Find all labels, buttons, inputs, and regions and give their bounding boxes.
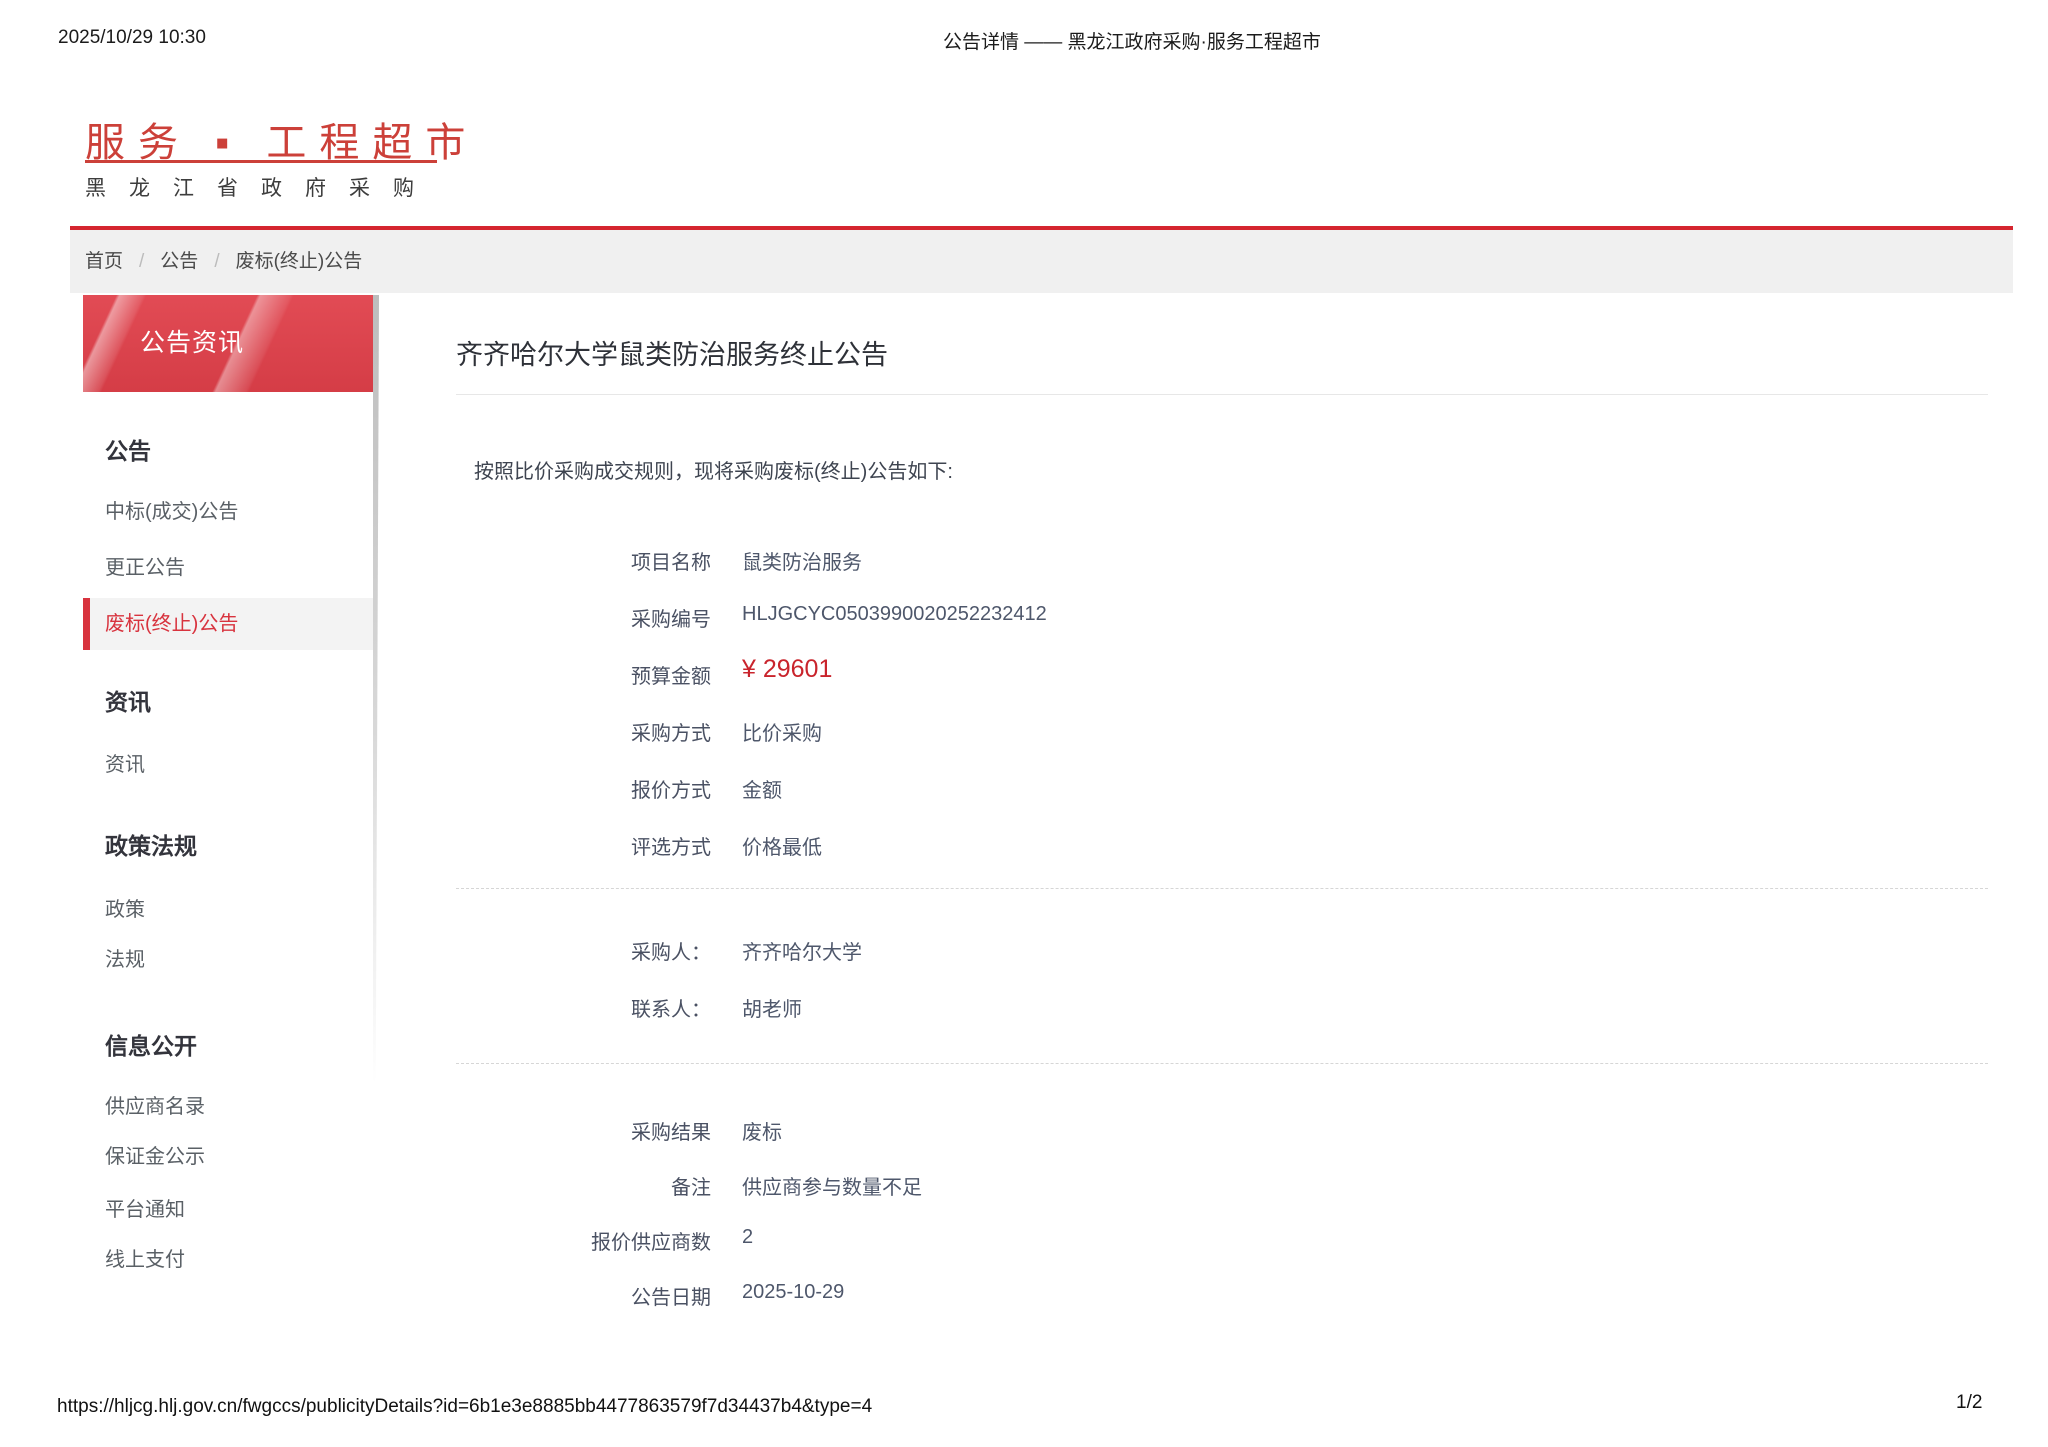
result-row-supplier-count: 报价供应商数 2 [456,1226,1988,1254]
field-label: 预算金额 [456,660,711,689]
sidebar-header: 公告资讯 [83,295,373,392]
print-source-url: https://hljcg.hlj.gov.cn/fwgccs/publicit… [57,1396,872,1418]
party-row-purchaser: 采购人： 齐齐哈尔大学 [456,936,1988,964]
field-value: 价格最低 [742,831,822,860]
field-label: 采购人： [456,936,711,965]
sidebar-item-award-announcements[interactable]: 中标(成交)公告 [105,495,238,524]
result-row-procurement-result: 采购结果 废标 [456,1116,1988,1144]
field-label: 采购编号 [456,603,711,632]
sidebar-active-indicator [83,598,90,650]
field-label: 备注 [456,1171,711,1200]
sidebar-section-news: 资讯 [105,683,151,717]
page: 2025/10/29 10:30 公告详情 —— 黑龙江政府采购·服务工程超市 … [0,0,2048,1447]
sidebar-section-information-disclosure: 信息公开 [105,1027,197,1061]
field-value: 鼠类防治服务 [742,546,862,575]
field-value: 2025-10-29 [742,1281,844,1304]
sidebar-item-deposit-publicity[interactable]: 保证金公示 [105,1140,205,1169]
field-label: 采购结果 [456,1116,711,1145]
title-divider [456,394,1988,395]
print-document-title: 公告详情 —— 黑龙江政府采购·服务工程超市 [943,27,1321,54]
field-value: 金额 [742,774,782,803]
sidebar-item-failed-terminated-announcements[interactable]: 废标(终止)公告 [105,598,238,650]
field-value: HLJGCYC0503990020252232412 [742,603,1047,626]
info-row-selection-method: 评选方式 价格最低 [456,831,1988,859]
field-value: 胡老师 [742,993,802,1022]
field-value: 比价采购 [742,717,822,746]
info-row-procurement-method: 采购方式 比价采购 [456,717,1988,745]
field-value: 2 [742,1226,753,1249]
breadcrumb-home-link[interactable]: 首页 [85,251,123,272]
info-row-budget-amount: 预算金额 ¥ 29601 [456,660,1988,688]
field-label: 报价供应商数 [456,1226,711,1255]
sidebar-item-news[interactable]: 资讯 [105,748,145,777]
logo-underline [85,160,437,163]
field-label: 采购方式 [456,717,711,746]
sidebar-header-label: 公告资讯 [140,295,244,392]
field-value: 供应商参与数量不足 [742,1171,922,1200]
breadcrumb-announcements-link[interactable]: 公告 [160,251,198,272]
sidebar-section-announcements: 公告 [105,432,151,466]
page-title: 齐齐哈尔大学鼠类防治服务终止公告 [456,333,888,372]
sidebar-item-regulations[interactable]: 法规 [105,943,145,972]
info-row-quotation-method: 报价方式 金额 [456,774,1988,802]
field-label: 评选方式 [456,831,711,860]
sidebar-item-policies[interactable]: 政策 [105,893,145,922]
sidebar-shadow-divider [373,295,379,1085]
field-value: 齐齐哈尔大学 [742,936,862,965]
sidebar-item-supplier-directory[interactable]: 供应商名录 [105,1090,205,1119]
party-row-contact: 联系人： 胡老师 [456,993,1988,1021]
budget-amount-value: ¥ 29601 [742,655,832,684]
site-logo-subtitle: 黑龙江省政府采购 [85,172,437,202]
field-label: 联系人： [456,993,711,1022]
section-dashed-divider [456,888,1988,889]
announcement-intro-text: 按照比价采购成交规则，现将采购废标(终止)公告如下: [474,455,953,484]
breadcrumb-separator: / [139,251,144,272]
field-label: 报价方式 [456,774,711,803]
result-row-remark: 备注 供应商参与数量不足 [456,1171,1988,1199]
sidebar-section-policies-regulations: 政策法规 [105,827,197,861]
result-row-announcement-date: 公告日期 2025-10-29 [456,1281,1988,1309]
section-dashed-divider [456,1063,1988,1064]
info-row-project-name: 项目名称 鼠类防治服务 [456,546,1988,574]
field-label: 公告日期 [456,1281,711,1310]
field-label: 项目名称 [456,546,711,575]
sidebar-item-online-payment[interactable]: 线上支付 [105,1243,185,1272]
print-page-indicator: 1/2 [1956,1392,1982,1414]
breadcrumb: 首页 / 公告 / 废标(终止)公告 [70,230,2013,293]
info-row-procurement-number: 采购编号 HLJGCYC0503990020252232412 [456,603,1988,631]
breadcrumb-separator: / [214,251,219,272]
print-datetime: 2025/10/29 10:30 [58,27,206,49]
sidebar-item-correction-announcements[interactable]: 更正公告 [105,551,185,580]
breadcrumb-current: 废标(终止)公告 [236,251,363,272]
sidebar-item-platform-notices[interactable]: 平台通知 [105,1193,185,1222]
field-value: 废标 [742,1116,782,1145]
